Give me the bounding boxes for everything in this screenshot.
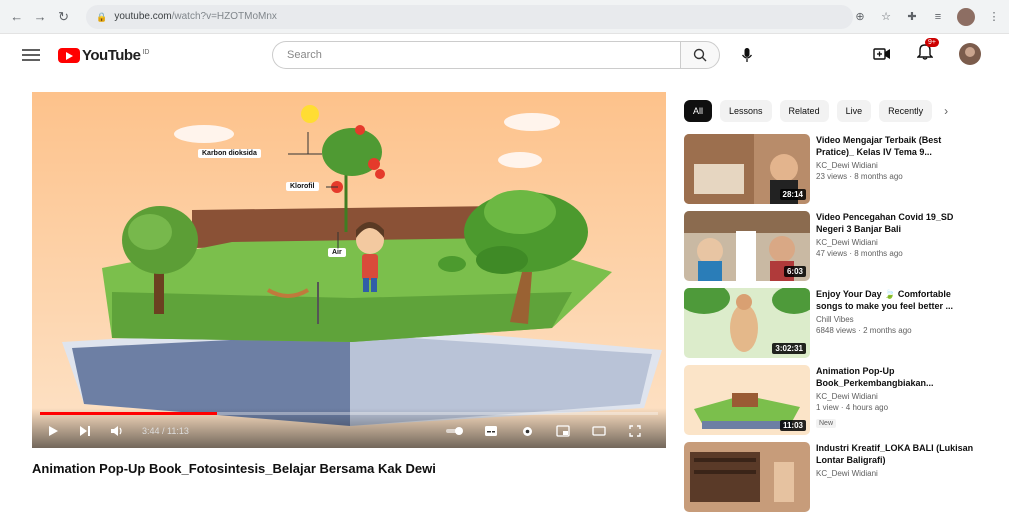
video-player[interactable]: Karbon dioksida Klorofil Air 3:44 / 11:1… — [32, 92, 666, 448]
video-title[interactable]: Animation Pop-Up Book_Perkembangbiakan..… — [816, 365, 976, 389]
list-item[interactable]: 6:03 Video Pencegahan Covid 19_SD Negeri… — [684, 211, 984, 288]
notification-count-badge: 9+ — [925, 38, 939, 47]
voice-search-button[interactable] — [734, 42, 760, 68]
video-meta: 47 views · 8 months ago — [816, 249, 903, 258]
search-input[interactable]: Search — [272, 41, 680, 69]
player-controls: 3:44 / 11:13 — [32, 408, 666, 448]
microphone-icon — [741, 48, 753, 62]
volume-icon — [111, 426, 122, 436]
subtitles-button[interactable] — [480, 420, 502, 442]
search-button[interactable] — [680, 41, 720, 69]
recommendations-list: 28:14 Video Mengajar Terbaik (Best Prati… — [684, 134, 984, 519]
search-icon — [693, 48, 707, 62]
chevron-right-icon[interactable]: › — [944, 104, 948, 118]
gear-icon — [522, 426, 532, 436]
progress-fill — [40, 412, 217, 415]
subtitles-icon — [485, 426, 497, 436]
play-button[interactable] — [42, 420, 64, 442]
fullscreen-button[interactable] — [624, 420, 646, 442]
youtube-header: YouTube ID Search 9+ — [0, 34, 1009, 76]
bookmark-star-icon[interactable]: ☆ — [879, 10, 893, 24]
reload-icon[interactable]: ↻ — [55, 8, 72, 26]
lock-icon: 🔒 — [96, 11, 108, 22]
miniplayer-button[interactable] — [552, 420, 574, 442]
channel-name[interactable]: KC_Dewi Widiani — [816, 161, 976, 170]
video-duration: 28:14 — [779, 189, 806, 200]
settings-button[interactable] — [516, 420, 538, 442]
video-title[interactable]: Enjoy Your Day 🍃 Comfortable songs to ma… — [816, 288, 976, 312]
time-display: 3:44 / 11:13 — [142, 426, 189, 436]
menu-icon[interactable] — [22, 49, 40, 61]
volume-button[interactable] — [106, 420, 128, 442]
search-bar: Search — [272, 41, 760, 69]
video-title: Animation Pop-Up Book_Fotosintesis_Belaj… — [32, 461, 436, 476]
chip-recently[interactable]: Recently — [879, 100, 933, 122]
list-item[interactable]: 3:02:31 Enjoy Your Day 🍃 Comfortable son… — [684, 288, 984, 365]
autoplay-toggle-icon — [446, 427, 463, 435]
logo-text: YouTube — [82, 46, 141, 64]
thumbnail-image — [684, 442, 810, 512]
video-title[interactable]: Industri Kreatif_LOKA BALI (Lukisan Lont… — [816, 442, 976, 466]
video-thumbnail[interactable]: 28:14 — [684, 134, 810, 204]
list-item[interactable]: 28:14 Video Mengajar Terbaik (Best Prati… — [684, 134, 984, 211]
new-badge: New — [816, 419, 837, 428]
channel-name[interactable]: KC_Dewi Widiani — [816, 238, 976, 247]
play-icon — [49, 426, 58, 436]
user-avatar[interactable] — [959, 42, 981, 65]
browser-profile-avatar[interactable] — [957, 7, 975, 26]
youtube-play-logo-icon — [58, 47, 80, 63]
label-chlorophyll: Klorofil — [286, 182, 319, 191]
media-icon[interactable]: ≡ — [931, 10, 945, 24]
channel-name[interactable]: KC_Dewi Widiani — [816, 469, 976, 478]
theater-mode-button[interactable] — [588, 420, 610, 442]
url-text: youtube.com/watch?v=HZOTMoMnx — [114, 11, 277, 22]
chip-live[interactable]: Live — [836, 100, 872, 122]
chip-related[interactable]: Related — [779, 100, 829, 122]
next-icon — [80, 426, 90, 436]
video-frame-illustration — [32, 92, 666, 448]
video-title[interactable]: Video Pencegahan Covid 19_SD Negeri 3 Ba… — [816, 211, 976, 235]
youtube-logo[interactable]: YouTube ID — [58, 47, 149, 64]
video-thumbnail[interactable]: 11:03 — [684, 365, 810, 435]
video-meta: 6848 views · 2 months ago — [816, 326, 912, 335]
progress-bar[interactable] — [40, 412, 658, 415]
video-duration: 11:03 — [779, 420, 806, 431]
logo-country-code: ID — [142, 48, 150, 56]
video-thumbnail[interactable]: 6:03 — [684, 211, 810, 281]
list-item[interactable]: Industri Kreatif_LOKA BALI (Lukisan Lont… — [684, 442, 984, 519]
notifications-button[interactable]: 9+ — [916, 38, 939, 65]
chip-all[interactable]: All — [684, 100, 713, 122]
extension-icon[interactable]: ✚ — [905, 10, 919, 24]
video-thumbnail[interactable]: 3:02:31 — [684, 288, 810, 358]
miniplayer-icon — [556, 425, 570, 437]
browser-menu-icon[interactable]: ⋮ — [987, 10, 1001, 24]
video-meta: 23 views · 8 months ago — [816, 172, 903, 181]
chip-lessons[interactable]: Lessons — [720, 100, 772, 122]
list-item[interactable]: 11:03 Animation Pop-Up Book_Perkembangbi… — [684, 365, 984, 442]
create-video-icon[interactable] — [873, 47, 891, 61]
video-duration: 3:02:31 — [772, 343, 806, 354]
fullscreen-icon — [629, 425, 641, 437]
label-water: Air — [328, 248, 346, 257]
channel-name[interactable]: KC_Dewi Widiani — [816, 392, 976, 401]
channel-name[interactable]: Chill Vibes — [816, 315, 976, 324]
browser-toolbar: ← → ↻ 🔒 youtube.com/watch?v=HZOTMoMnx ⊕ … — [0, 0, 1009, 34]
label-co2: Karbon dioksida — [198, 149, 261, 158]
next-button[interactable] — [74, 420, 96, 442]
zoom-icon[interactable]: ⊕ — [853, 10, 867, 24]
video-meta: 1 view · 4 hours ago — [816, 403, 889, 412]
theater-mode-icon — [592, 426, 606, 436]
back-icon[interactable]: ← — [8, 8, 25, 26]
address-bar[interactable]: 🔒 youtube.com/watch?v=HZOTMoMnx — [86, 4, 853, 29]
video-title[interactable]: Video Mengajar Terbaik (Best Pratice)_ K… — [816, 134, 976, 158]
autoplay-toggle[interactable] — [444, 420, 466, 442]
video-duration: 6:03 — [783, 266, 806, 277]
forward-icon[interactable]: → — [31, 8, 48, 26]
filter-chips: All Lessons Related Live Recently › — [684, 100, 948, 122]
video-thumbnail[interactable] — [684, 442, 810, 512]
